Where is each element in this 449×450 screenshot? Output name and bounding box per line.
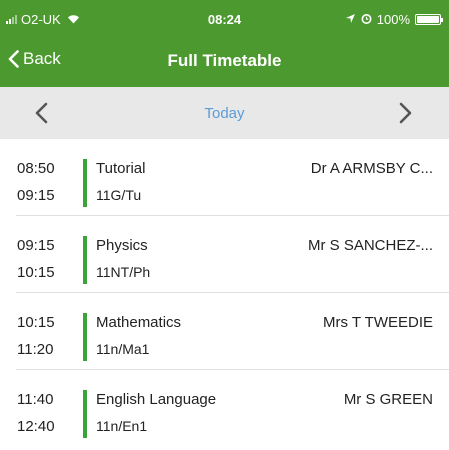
alarm-icon — [361, 12, 372, 27]
lesson-subject: Tutorial — [96, 160, 146, 177]
location-icon — [345, 12, 356, 27]
lesson-teacher: Dr A ARMSBY C... — [310, 160, 433, 177]
battery-fill — [417, 16, 439, 23]
status-right: 100% — [345, 12, 443, 27]
lesson-list: 08:50 09:15 Tutorial 11G/Tu Dr A ARMSBY … — [0, 139, 449, 447]
date-navigator: Today — [0, 87, 449, 139]
today-button[interactable]: Today — [0, 105, 449, 122]
nav-bar: Back Full Timetable — [0, 36, 449, 87]
period-bar — [83, 236, 87, 284]
next-day-button[interactable] — [393, 101, 417, 125]
lesson-group: 11G/Tu — [96, 187, 142, 203]
lesson-end-time: 10:15 — [17, 264, 55, 281]
period-bar — [83, 390, 87, 438]
lesson-start-time: 11:40 — [17, 391, 54, 408]
lesson-row[interactable]: 10:15 11:20 Mathematics 11n/Ma1 Mrs T TW… — [0, 293, 449, 370]
lesson-teacher: Mrs T TWEEDIE — [322, 314, 433, 331]
lesson-group: 11n/En1 — [96, 418, 148, 434]
lesson-teacher: Mr S GREEN — [343, 391, 433, 408]
lesson-group: 11NT/Ph — [96, 264, 151, 280]
period-bar — [83, 313, 87, 361]
lesson-start-time: 10:15 — [17, 314, 55, 331]
battery-percent: 100% — [376, 12, 410, 27]
period-bar — [83, 159, 87, 207]
app-header: O2-UK 08:24 100% Back Full Timetable — [0, 0, 449, 87]
lesson-end-time: 12:40 — [17, 418, 55, 435]
lesson-group: 11n/Ma1 — [96, 341, 150, 357]
lesson-row[interactable]: 08:50 09:15 Tutorial 11G/Tu Dr A ARMSBY … — [0, 139, 449, 216]
lesson-end-time: 11:20 — [17, 341, 54, 358]
lesson-row[interactable]: 09:15 10:15 Physics 11NT/Ph Mr S SANCHEZ… — [0, 216, 449, 293]
lesson-row[interactable]: 11:40 12:40 English Language 11n/En1 Mr … — [0, 370, 449, 447]
lesson-end-time: 09:15 — [17, 187, 55, 204]
lesson-teacher: Mr S SANCHEZ-... — [307, 237, 433, 254]
lesson-subject: Mathematics — [96, 314, 182, 331]
status-bar: O2-UK 08:24 100% — [0, 0, 449, 36]
battery-icon — [415, 14, 443, 25]
lesson-subject: Physics — [96, 237, 148, 254]
lesson-start-time: 09:15 — [17, 237, 55, 254]
page-title: Full Timetable — [167, 51, 282, 70]
lesson-start-time: 08:50 — [17, 160, 55, 177]
lesson-subject: English Language — [96, 391, 217, 408]
